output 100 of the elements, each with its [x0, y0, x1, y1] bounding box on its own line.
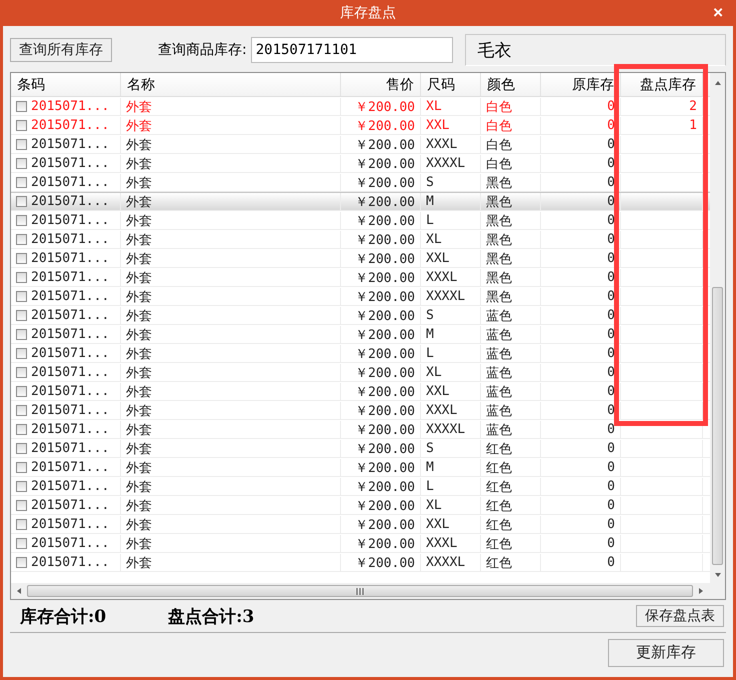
horizontal-scrollbar[interactable] — [11, 583, 725, 599]
table-row[interactable]: 2015071... 外套 ￥200.00 XXL 白色 0 1 — [11, 116, 710, 135]
table-cell-text: ￥200.00 — [355, 326, 415, 344]
table-row[interactable]: 2015071... 外套 ￥200.00 XXXXL 红色 0 — [11, 553, 710, 572]
table-cell: 0 — [607, 441, 615, 456]
row-checkbox[interactable] — [16, 101, 27, 112]
table-row[interactable]: 2015071... 外套 ￥200.00 S 黑色 0 — [11, 173, 710, 192]
column-header[interactable]: 尺码 — [421, 73, 481, 96]
vertical-scrollbar[interactable] — [710, 73, 725, 583]
row-checkbox[interactable] — [16, 234, 27, 245]
row-checkbox[interactable] — [16, 348, 27, 359]
scroll-right-icon[interactable] — [697, 587, 705, 595]
table-cell: 0 — [607, 384, 615, 399]
close-button[interactable]: × — [709, 3, 727, 23]
stock-total: 库存合计:0 — [20, 606, 106, 628]
table-row[interactable]: 2015071... 外套 ￥200.00 XXL 黑色 0 — [11, 249, 710, 268]
scroll-thumb[interactable] — [27, 585, 693, 597]
save-button[interactable]: 保存盘点表 — [636, 605, 724, 627]
table-cell: 2015071... — [31, 251, 110, 266]
table-cell-text: 蓝色 — [486, 326, 512, 344]
scroll-thumb[interactable] — [712, 287, 723, 565]
row-checkbox[interactable] — [16, 386, 27, 397]
table-cell: 2015071... — [31, 213, 110, 228]
column-header[interactable]: 售价 — [341, 73, 421, 96]
window-title: 库存盘点 — [340, 4, 396, 22]
table-row[interactable]: 2015071... 外套 ￥200.00 XXL 红色 0 — [11, 515, 710, 534]
table-row[interactable]: 2015071... 外套 ￥200.00 M 红色 0 — [11, 458, 710, 477]
table-row[interactable]: 2015071... 外套 ￥200.00 XXXXL 白色 0 — [11, 154, 710, 173]
table-cell-text: 黑色 — [486, 194, 512, 210]
table-row[interactable]: 2015071... 外套 ￥200.00 XL 蓝色 0 — [11, 363, 710, 382]
table-row[interactable]: 2015071... 外套 ￥200.00 XL 红色 0 — [11, 496, 710, 515]
row-checkbox[interactable] — [16, 405, 27, 416]
row-checkbox[interactable] — [16, 462, 27, 473]
column-header[interactable]: 名称 — [121, 73, 341, 96]
table-row[interactable]: 2015071... 外套 ￥200.00 XXXL 白色 0 — [11, 135, 710, 154]
row-checkbox[interactable] — [16, 272, 27, 283]
table-row[interactable]: 2015071... 外套 ￥200.00 XXXL 黑色 0 — [11, 268, 710, 287]
table-cell-text: 外套 — [126, 250, 152, 268]
row-checkbox[interactable] — [16, 291, 27, 302]
table-cell-text: 红色 — [486, 516, 512, 534]
table-cell: 2015071... — [31, 460, 110, 475]
table-cell-text: 蓝色 — [486, 402, 512, 420]
column-header[interactable]: 原库存 — [541, 73, 621, 96]
row-checkbox[interactable] — [16, 139, 27, 150]
column-header[interactable]: 颜色 — [481, 73, 541, 96]
table-row[interactable]: 2015071... 外套 ￥200.00 XXL 蓝色 0 — [11, 382, 710, 401]
row-checkbox[interactable] — [16, 367, 27, 378]
table-cell: S — [426, 441, 434, 456]
row-checkbox[interactable] — [16, 538, 27, 549]
row-checkbox[interactable] — [16, 519, 27, 530]
row-checkbox[interactable] — [16, 557, 27, 568]
table-row[interactable]: 2015071... 外套 ￥200.00 M 黑色 0 — [11, 192, 710, 211]
column-header[interactable]: 盘点库存 — [621, 73, 703, 96]
row-checkbox[interactable] — [16, 158, 27, 169]
table-cell-text: ￥200.00 — [355, 536, 415, 552]
table-cell: M — [426, 194, 434, 209]
table-row[interactable]: 2015071... 外套 ￥200.00 L 黑色 0 — [11, 211, 710, 230]
table-cell: 0 — [607, 460, 615, 475]
table-cell-text: 黑色 — [486, 270, 512, 286]
update-button[interactable]: 更新库存 — [608, 638, 724, 666]
table-row[interactable]: 2015071... 外套 ￥200.00 M 蓝色 0 — [11, 325, 710, 344]
table-row[interactable]: 2015071... 外套 ￥200.00 S 红色 0 — [11, 439, 710, 458]
query-all-button[interactable]: 查询所有库存 — [10, 38, 112, 62]
table-row[interactable]: 2015071... 外套 ￥200.00 XXXXL 黑色 0 — [11, 287, 710, 306]
table-cell: 0 — [607, 251, 615, 266]
row-checkbox[interactable] — [16, 310, 27, 321]
table-cell: XXXXL — [426, 422, 466, 437]
table-cell: 2015071... — [31, 270, 110, 285]
row-checkbox[interactable] — [16, 253, 27, 264]
grip-icon — [356, 588, 364, 594]
row-checkbox[interactable] — [16, 196, 27, 207]
row-checkbox[interactable] — [16, 443, 27, 454]
table-row[interactable]: 2015071... 外套 ￥200.00 XL 白色 0 2 — [11, 97, 710, 116]
row-checkbox[interactable] — [16, 329, 27, 340]
scroll-left-icon[interactable] — [15, 587, 23, 595]
table-row[interactable]: 2015071... 外套 ￥200.00 L 红色 0 — [11, 477, 710, 496]
scroll-down-icon[interactable] — [714, 571, 722, 579]
row-checkbox[interactable] — [16, 424, 27, 435]
table-row[interactable]: 2015071... 外套 ￥200.00 XL 黑色 0 — [11, 230, 710, 249]
row-checkbox[interactable] — [16, 500, 27, 511]
table-cell-text: 蓝色 — [486, 384, 512, 400]
table-row[interactable]: 2015071... 外套 ￥200.00 XXXXL 蓝色 0 — [11, 420, 710, 439]
column-header[interactable]: 条码 — [11, 73, 121, 96]
search-field[interactable]: 201507171101 — [250, 37, 453, 63]
table-row[interactable]: 2015071... 外套 ￥200.00 L 蓝色 0 — [11, 344, 710, 363]
table-cell: 0 — [607, 232, 615, 247]
table-row[interactable]: 2015071... 外套 ￥200.00 XXXL 红色 0 — [11, 534, 710, 553]
table-cell: 0 — [607, 137, 615, 152]
table-cell: 2015071... — [31, 346, 110, 361]
row-checkbox[interactable] — [16, 120, 27, 131]
row-checkbox[interactable] — [16, 177, 27, 188]
table-row[interactable]: 2015071... 外套 ￥200.00 XXXL 蓝色 0 — [11, 401, 710, 420]
scroll-up-icon[interactable] — [714, 79, 722, 87]
row-checkbox[interactable] — [16, 215, 27, 226]
table-cell-text: 白色 — [486, 118, 512, 134]
row-checkbox[interactable] — [16, 481, 27, 492]
table-cell: 2015071... — [31, 99, 110, 114]
table-row[interactable]: 2015071... 外套 ￥200.00 S 蓝色 0 — [11, 306, 710, 325]
table-cell-text: 蓝色 — [486, 364, 512, 382]
table-cell-text: ￥200.00 — [355, 554, 415, 572]
